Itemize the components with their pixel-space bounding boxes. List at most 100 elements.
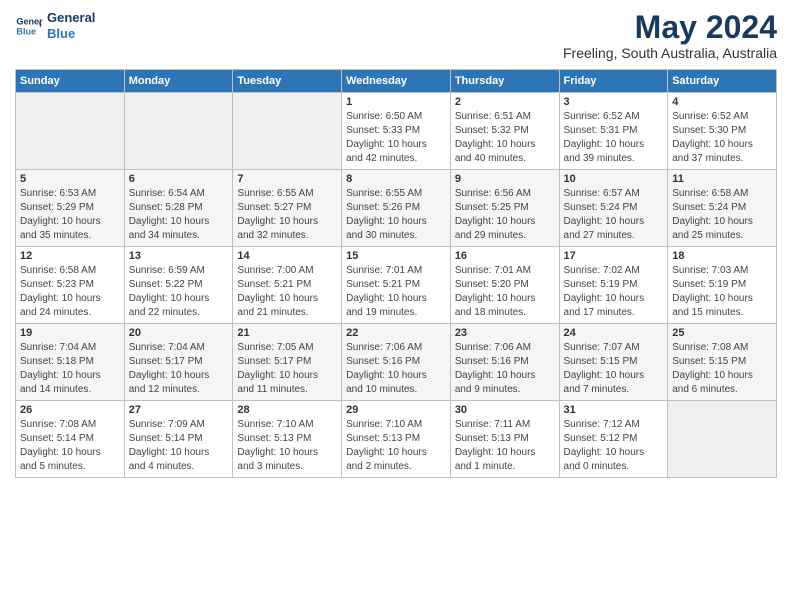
day-info: Sunrise: 6:58 AM Sunset: 5:23 PM Dayligh… — [20, 264, 120, 320]
day-number: 24 — [564, 327, 664, 339]
calendar-cell — [124, 93, 233, 170]
weekday-header-row: SundayMondayTuesdayWednesdayThursdayFrid… — [16, 70, 777, 93]
day-info: Sunrise: 7:01 AM Sunset: 5:21 PM Dayligh… — [346, 264, 446, 320]
day-number: 19 — [20, 327, 120, 339]
day-info: Sunrise: 7:09 AM Sunset: 5:14 PM Dayligh… — [129, 418, 229, 474]
day-number: 29 — [346, 404, 446, 416]
day-info: Sunrise: 6:54 AM Sunset: 5:28 PM Dayligh… — [129, 187, 229, 243]
day-number: 12 — [20, 250, 120, 262]
day-info: Sunrise: 7:05 AM Sunset: 5:17 PM Dayligh… — [237, 341, 337, 397]
day-number: 5 — [20, 173, 120, 185]
weekday-header-thursday: Thursday — [450, 70, 559, 93]
day-info: Sunrise: 6:55 AM Sunset: 5:27 PM Dayligh… — [237, 187, 337, 243]
day-info: Sunrise: 6:52 AM Sunset: 5:30 PM Dayligh… — [672, 110, 772, 166]
day-number: 14 — [237, 250, 337, 262]
calendar-cell: 11 Sunrise: 6:58 AM Sunset: 5:24 PM Dayli… — [668, 170, 777, 247]
day-info: Sunrise: 7:06 AM Sunset: 5:16 PM Dayligh… — [346, 341, 446, 397]
logo-text-general: General — [47, 10, 95, 26]
calendar-week-row: 26 Sunrise: 7:08 AM Sunset: 5:14 PM Dayli… — [16, 401, 777, 478]
calendar-cell — [233, 93, 342, 170]
day-info: Sunrise: 7:01 AM Sunset: 5:20 PM Dayligh… — [455, 264, 555, 320]
day-info: Sunrise: 7:08 AM Sunset: 5:15 PM Dayligh… — [672, 341, 772, 397]
day-info: Sunrise: 7:04 AM Sunset: 5:17 PM Dayligh… — [129, 341, 229, 397]
day-number: 26 — [20, 404, 120, 416]
calendar-cell: 27 Sunrise: 7:09 AM Sunset: 5:14 PM Dayli… — [124, 401, 233, 478]
logo-icon: General Blue — [15, 12, 43, 40]
day-number: 1 — [346, 96, 446, 108]
day-info: Sunrise: 7:04 AM Sunset: 5:18 PM Dayligh… — [20, 341, 120, 397]
day-info: Sunrise: 6:50 AM Sunset: 5:33 PM Dayligh… — [346, 110, 446, 166]
day-info: Sunrise: 7:06 AM Sunset: 5:16 PM Dayligh… — [455, 341, 555, 397]
day-number: 3 — [564, 96, 664, 108]
calendar-cell: 8Sunrise: 6:55 AM Sunset: 5:26 PM Daylig… — [342, 170, 451, 247]
calendar-cell: 2 Sunrise: 6:51 AM Sunset: 5:32 PM Daylig… — [450, 93, 559, 170]
day-info: Sunrise: 7:07 AM Sunset: 5:15 PM Dayligh… — [564, 341, 664, 397]
day-number: 17 — [564, 250, 664, 262]
calendar-table: SundayMondayTuesdayWednesdayThursdayFrid… — [15, 69, 777, 478]
calendar-week-row: 5Sunrise: 6:53 AM Sunset: 5:29 PM Daylig… — [16, 170, 777, 247]
calendar-cell: 6 Sunrise: 6:54 AM Sunset: 5:28 PM Daylig… — [124, 170, 233, 247]
calendar-cell: 26 Sunrise: 7:08 AM Sunset: 5:14 PM Dayli… — [16, 401, 125, 478]
day-number: 22 — [346, 327, 446, 339]
day-number: 16 — [455, 250, 555, 262]
calendar-cell: 17Sunrise: 7:02 AM Sunset: 5:19 PM Dayli… — [559, 247, 668, 324]
calendar-cell: 21 Sunrise: 7:05 AM Sunset: 5:17 PM Dayli… — [233, 324, 342, 401]
day-info: Sunrise: 6:57 AM Sunset: 5:24 PM Dayligh… — [564, 187, 664, 243]
day-info: Sunrise: 6:55 AM Sunset: 5:26 PM Dayligh… — [346, 187, 446, 243]
calendar-cell: 18Sunrise: 7:03 AM Sunset: 5:19 PM Dayli… — [668, 247, 777, 324]
day-info: Sunrise: 7:11 AM Sunset: 5:13 PM Dayligh… — [455, 418, 555, 474]
day-number: 13 — [129, 250, 229, 262]
day-info: Sunrise: 6:56 AM Sunset: 5:25 PM Dayligh… — [455, 187, 555, 243]
day-info: Sunrise: 6:59 AM Sunset: 5:22 PM Dayligh… — [129, 264, 229, 320]
calendar-cell: 24 Sunrise: 7:07 AM Sunset: 5:15 PM Dayli… — [559, 324, 668, 401]
day-number: 23 — [455, 327, 555, 339]
day-info: Sunrise: 6:58 AM Sunset: 5:24 PM Dayligh… — [672, 187, 772, 243]
calendar-cell: 9 Sunrise: 6:56 AM Sunset: 5:25 PM Daylig… — [450, 170, 559, 247]
calendar-cell: 22 Sunrise: 7:06 AM Sunset: 5:16 PM Dayli… — [342, 324, 451, 401]
calendar-cell: 29Sunrise: 7:10 AM Sunset: 5:13 PM Dayli… — [342, 401, 451, 478]
day-number: 18 — [672, 250, 772, 262]
calendar-cell: 10Sunrise: 6:57 AM Sunset: 5:24 PM Dayli… — [559, 170, 668, 247]
svg-text:Blue: Blue — [16, 26, 36, 36]
day-number: 2 — [455, 96, 555, 108]
logo: General Blue General Blue — [15, 10, 95, 41]
day-number: 20 — [129, 327, 229, 339]
calendar-cell: 19 Sunrise: 7:04 AM Sunset: 5:18 PM Dayli… — [16, 324, 125, 401]
calendar-cell: 15 Sunrise: 7:01 AM Sunset: 5:21 PM Dayli… — [342, 247, 451, 324]
calendar-week-row: 1 Sunrise: 6:50 AM Sunset: 5:33 PM Daylig… — [16, 93, 777, 170]
calendar-cell: 4 Sunrise: 6:52 AM Sunset: 5:30 PM Daylig… — [668, 93, 777, 170]
calendar-cell: 16 Sunrise: 7:01 AM Sunset: 5:20 PM Dayli… — [450, 247, 559, 324]
calendar-week-row: 19 Sunrise: 7:04 AM Sunset: 5:18 PM Dayli… — [16, 324, 777, 401]
calendar-cell: 25 Sunrise: 7:08 AM Sunset: 5:15 PM Dayli… — [668, 324, 777, 401]
weekday-header-sunday: Sunday — [16, 70, 125, 93]
calendar-week-row: 12 Sunrise: 6:58 AM Sunset: 5:23 PM Dayli… — [16, 247, 777, 324]
day-number: 25 — [672, 327, 772, 339]
day-number: 31 — [564, 404, 664, 416]
day-info: Sunrise: 6:51 AM Sunset: 5:32 PM Dayligh… — [455, 110, 555, 166]
day-number: 28 — [237, 404, 337, 416]
day-number: 4 — [672, 96, 772, 108]
calendar-cell — [16, 93, 125, 170]
day-number: 30 — [455, 404, 555, 416]
day-number: 11 — [672, 173, 772, 185]
weekday-header-saturday: Saturday — [668, 70, 777, 93]
calendar-cell: 31 Sunrise: 7:12 AM Sunset: 5:12 PM Dayli… — [559, 401, 668, 478]
day-number: 27 — [129, 404, 229, 416]
calendar-cell: 23 Sunrise: 7:06 AM Sunset: 5:16 PM Dayli… — [450, 324, 559, 401]
day-info: Sunrise: 7:08 AM Sunset: 5:14 PM Dayligh… — [20, 418, 120, 474]
weekday-header-monday: Monday — [124, 70, 233, 93]
day-number: 6 — [129, 173, 229, 185]
day-info: Sunrise: 7:12 AM Sunset: 5:12 PM Dayligh… — [564, 418, 664, 474]
day-info: Sunrise: 7:00 AM Sunset: 5:21 PM Dayligh… — [237, 264, 337, 320]
calendar-cell: 1 Sunrise: 6:50 AM Sunset: 5:33 PM Daylig… — [342, 93, 451, 170]
page-subtitle: Freeling, South Australia, Australia — [563, 45, 777, 61]
day-number: 21 — [237, 327, 337, 339]
calendar-cell: 7Sunrise: 6:55 AM Sunset: 5:27 PM Daylig… — [233, 170, 342, 247]
day-info: Sunrise: 7:10 AM Sunset: 5:13 PM Dayligh… — [237, 418, 337, 474]
page-title: May 2024 — [563, 10, 777, 45]
weekday-header-friday: Friday — [559, 70, 668, 93]
day-number: 9 — [455, 173, 555, 185]
logo-text-blue: Blue — [47, 26, 95, 42]
calendar-cell: 20 Sunrise: 7:04 AM Sunset: 5:17 PM Dayli… — [124, 324, 233, 401]
day-number: 15 — [346, 250, 446, 262]
